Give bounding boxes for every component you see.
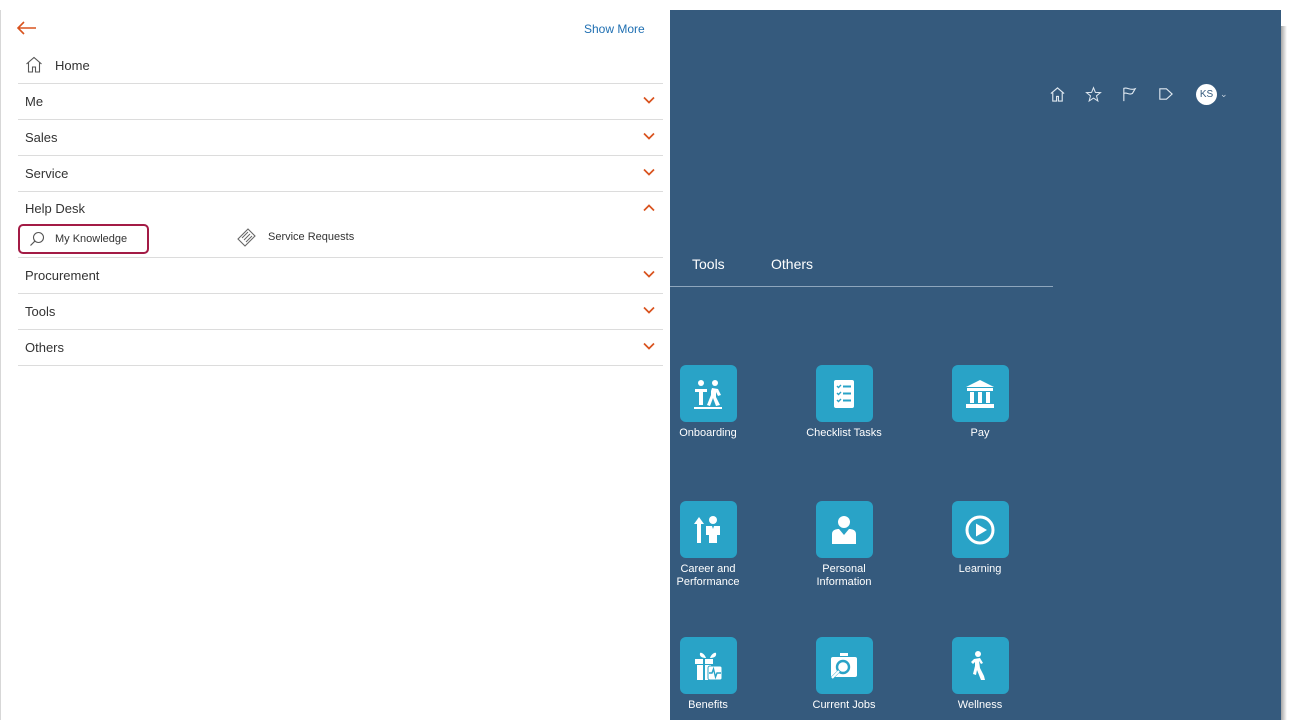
chevron-down-icon[interactable]	[643, 132, 655, 140]
nav-group-label: Tools	[25, 304, 56, 319]
tile-wellness[interactable]: Wellness	[920, 637, 1040, 712]
checklist-icon	[815, 365, 873, 422]
tile-learning[interactable]: Learning	[920, 501, 1040, 576]
play-icon	[951, 501, 1009, 558]
onboarding-icon	[679, 365, 737, 422]
nav-item-service-requests[interactable]: Service Requests	[236, 224, 354, 250]
tile-label: Pay	[970, 427, 990, 439]
chevron-down-icon[interactable]	[643, 96, 655, 104]
springboard-tabs: Tools Others	[669, 254, 1053, 287]
home-icon[interactable]	[1048, 85, 1066, 103]
tile-current-jobs[interactable]: Current Jobs	[784, 637, 904, 712]
nav-group-procurement[interactable]: Procurement	[18, 258, 663, 294]
nav-item-my-knowledge[interactable]: My Knowledge	[18, 224, 149, 254]
job-search-icon	[815, 637, 873, 694]
tile-personal-information[interactable]: Personal Information	[784, 501, 904, 589]
notification-icon[interactable]	[1156, 85, 1174, 103]
nav-group-label: Service	[25, 166, 69, 181]
gift-icon	[679, 637, 737, 694]
ticket-icon	[237, 228, 256, 247]
nav-group-label: Me	[25, 94, 44, 109]
user-initials: KS	[1199, 88, 1214, 100]
chevron-down-icon[interactable]	[643, 270, 655, 278]
flag-icon[interactable]	[1120, 85, 1138, 103]
chevron-down-icon[interactable]: ⌄	[1220, 89, 1228, 100]
nav-group-me[interactable]: Me	[18, 84, 663, 120]
navigator-panel: Show More Home Me Sales Service Help Des…	[0, 10, 670, 720]
nav-group-label: Procurement	[25, 268, 100, 283]
tab-tools[interactable]: Tools	[692, 256, 725, 272]
user-avatar[interactable]: KS	[1196, 83, 1217, 105]
tile-label: Personal Information	[816, 563, 872, 588]
tile-pay[interactable]: Pay	[920, 365, 1040, 440]
back-arrow-icon[interactable]	[15, 18, 39, 38]
tab-others[interactable]: Others	[771, 256, 813, 272]
tile-label: Wellness	[957, 699, 1003, 711]
nav-group-label: Help Desk	[25, 201, 85, 216]
nav-group-others[interactable]: Others	[18, 330, 663, 366]
nav-group-label: Sales	[25, 130, 58, 145]
panel-shadow	[1281, 26, 1287, 720]
person-icon	[815, 501, 873, 558]
home-icon	[26, 56, 42, 73]
nav-group-tools[interactable]: Tools	[18, 294, 663, 330]
nav-group-label: Others	[25, 340, 65, 355]
navigator-home[interactable]: Home	[25, 55, 90, 75]
nav-group-sales[interactable]: Sales	[18, 120, 663, 156]
tile-label: Checklist Tasks	[806, 427, 882, 439]
bank-icon	[951, 365, 1009, 422]
nav-item-label: Service Requests	[268, 231, 355, 243]
career-icon	[679, 501, 737, 558]
show-more-link[interactable]: Show More	[584, 22, 645, 36]
chevron-down-icon[interactable]	[643, 306, 655, 314]
wellness-icon	[951, 637, 1009, 694]
tile-label: Learning	[958, 563, 1002, 575]
tile-checklist-tasks[interactable]: Checklist Tasks	[784, 365, 904, 440]
chevron-down-icon[interactable]	[643, 168, 655, 176]
nav-group-help-desk[interactable]: Help Desk My Knowledge Service Requests	[18, 192, 663, 258]
global-header-icons: KS ⌄	[1048, 83, 1228, 105]
chevron-up-icon[interactable]	[643, 204, 655, 212]
nav-group-service[interactable]: Service	[18, 156, 663, 192]
nav-item-label: My Knowledge	[55, 233, 128, 245]
chevron-down-icon[interactable]	[643, 342, 655, 350]
navigator-group-list: Me Sales Service Help Desk My Knowledge …	[18, 83, 663, 366]
star-icon[interactable]	[1084, 85, 1102, 103]
search-icon	[30, 231, 45, 246]
home-label: Home	[55, 57, 90, 73]
tile-label: Current Jobs	[812, 699, 876, 711]
